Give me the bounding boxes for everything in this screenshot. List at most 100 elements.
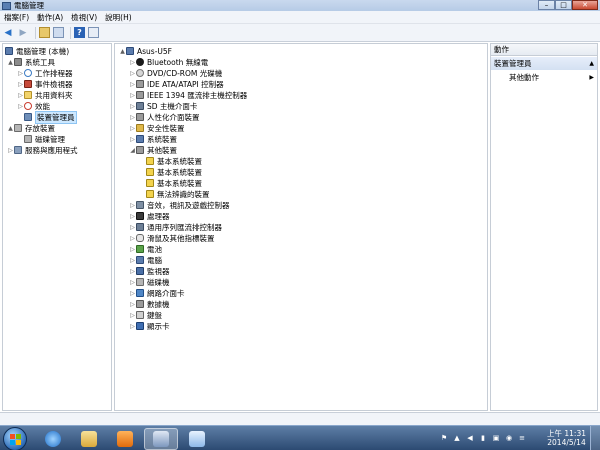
volume-icon[interactable]: ◀ (466, 434, 474, 442)
device-category[interactable]: ▷ 通用序列匯流排控制器 (129, 222, 222, 232)
expand-arrow-icon[interactable]: ▷ (129, 114, 136, 121)
show-hidden-icon[interactable]: ▲ (453, 434, 461, 442)
expand-arrow-icon[interactable]: ▷ (17, 103, 24, 110)
flag-icon[interactable]: ⚑ (440, 434, 448, 442)
device-category[interactable]: ▷ 人性化介面裝置 (129, 112, 199, 122)
device-category[interactable]: ▷ 網路介面卡 (129, 288, 184, 298)
maximize-button[interactable]: □ (555, 0, 572, 10)
collapse-arrow-icon[interactable]: ▲ (7, 59, 14, 66)
menu-view[interactable]: 檢視(V) (67, 12, 101, 23)
device-category[interactable]: ▷ IEEE 1394 匯流排主機控制器 (129, 90, 247, 100)
tree-item-task-scheduler[interactable]: ▷ 工作排程器 (17, 68, 72, 78)
other-devices-icon (136, 146, 144, 154)
expand-arrow-icon[interactable]: ▷ (129, 70, 136, 77)
expand-arrow-icon[interactable]: ▷ (129, 224, 136, 231)
tools-icon (14, 58, 22, 66)
device-root[interactable]: ▲ Asus-U5F (119, 46, 172, 56)
device-category[interactable]: ▷ 音效，視訊及遊戲控制器 (129, 200, 229, 210)
device-category[interactable]: ▷ 顯示卡 (129, 321, 169, 331)
taskbar-media-player-button[interactable] (108, 428, 142, 450)
taskbar-explorer-button[interactable] (72, 428, 106, 450)
expand-arrow-icon[interactable]: ▷ (129, 312, 136, 319)
device-item[interactable]: 無法辨識的裝置 (146, 189, 210, 199)
device-category[interactable]: ▷ 鍵盤 (129, 310, 162, 320)
device-category[interactable]: ▷ 電腦 (129, 255, 162, 265)
collapse-arrow-icon[interactable]: ◢ (129, 147, 136, 154)
expand-arrow-icon[interactable]: ▷ (129, 81, 136, 88)
device-category[interactable]: ▷ 磁碟機 (129, 277, 169, 287)
start-button[interactable] (3, 427, 27, 450)
tree-item-services-applications[interactable]: ▷ 服務與應用程式 (7, 145, 77, 155)
paint-icon (189, 431, 205, 447)
device-category[interactable]: ▷ Bluetooth 無線電 (129, 57, 208, 67)
expand-arrow-icon[interactable]: ▷ (129, 92, 136, 99)
device-category[interactable]: ▷ 處理器 (129, 211, 169, 221)
taskbar-paint-button[interactable] (180, 428, 214, 450)
expand-arrow-icon[interactable]: ▷ (129, 59, 136, 66)
close-button[interactable]: ✕ (572, 0, 598, 10)
taskbar-computer-management-button[interactable] (144, 428, 178, 450)
expand-arrow-icon[interactable]: ▷ (129, 268, 136, 275)
tree-item-disk-management[interactable]: 磁碟管理 (17, 134, 65, 144)
tree-item-storage[interactable]: ▲ 存放裝置 (7, 123, 55, 133)
device-category[interactable]: ▷ 安全性裝置 (129, 123, 184, 133)
tree-item-computer-management[interactable]: 電腦管理 (本機) (5, 46, 69, 56)
expand-arrow-icon[interactable]: ▷ (17, 81, 24, 88)
back-icon[interactable]: ◀ (2, 27, 14, 39)
tree-item-performance[interactable]: ▷ 效能 (17, 101, 50, 111)
title-bar[interactable]: 電腦管理 – □ ✕ (0, 0, 600, 11)
minimize-button[interactable]: – (538, 0, 555, 10)
device-category[interactable]: ▷ 監視器 (129, 266, 169, 276)
expand-arrow-icon[interactable]: ▷ (129, 323, 136, 330)
expand-arrow-icon[interactable]: ▷ (129, 235, 136, 242)
device-category-other[interactable]: ◢ 其他裝置 (129, 145, 177, 155)
device-category[interactable]: ▷ 系統裝置 (129, 134, 177, 144)
device-category[interactable]: ▷ SD 主機介面卡 (129, 101, 197, 111)
expand-arrow-icon[interactable]: ▷ (129, 246, 136, 253)
menu-file[interactable]: 檔案(F) (0, 12, 33, 23)
device-category[interactable]: ▷ DVD/CD-ROM 光碟機 (129, 68, 222, 78)
properties-icon[interactable] (53, 27, 64, 38)
tree-item-shared-folders[interactable]: ▷ 共用資料夾 (17, 90, 72, 100)
power-icon[interactable]: ▮ (479, 434, 487, 442)
expand-arrow-icon[interactable]: ▷ (129, 202, 136, 209)
expand-arrow-icon[interactable]: ▷ (129, 125, 136, 132)
expand-arrow-icon[interactable]: ▷ (129, 279, 136, 286)
expand-arrow-icon[interactable]: ▷ (7, 147, 14, 154)
device-item[interactable]: 基本系統裝置 (146, 167, 202, 177)
device-category[interactable]: ▷ 滑鼠及其他指標裝置 (129, 233, 214, 243)
expand-arrow-icon[interactable]: ▷ (17, 70, 24, 77)
device-item[interactable]: 基本系統裝置 (146, 156, 202, 166)
view-icon[interactable] (88, 27, 99, 38)
expand-arrow-icon[interactable]: ▷ (129, 213, 136, 220)
tray-menu-icon[interactable]: ≡ (518, 434, 526, 442)
more-actions-item[interactable]: 其他動作 ▶ (509, 73, 597, 83)
forward-icon[interactable]: ▶ (17, 27, 29, 39)
network-icon[interactable]: ▣ (492, 434, 500, 442)
expand-arrow-icon[interactable]: ▷ (17, 92, 24, 99)
tree-item-system-tools[interactable]: ▲ 系統工具 (7, 57, 55, 67)
expand-arrow-icon[interactable]: ▷ (129, 301, 136, 308)
tree-item-device-manager[interactable]: 裝置管理員 (17, 110, 77, 124)
expand-arrow-icon[interactable]: ▷ (129, 136, 136, 143)
up-icon[interactable] (39, 27, 50, 38)
expand-arrow-icon[interactable]: ▷ (129, 103, 136, 110)
expand-arrow-icon[interactable]: ▷ (129, 257, 136, 264)
menu-action[interactable]: 動作(A) (33, 12, 67, 23)
device-category[interactable]: ▷ 數據機 (129, 299, 169, 309)
taskbar-clock[interactable]: 上午 11:31 2014/5/14 (547, 429, 586, 447)
tree-item-event-viewer[interactable]: ▷ 事件檢視器 (17, 79, 72, 89)
device-category[interactable]: ▷ IDE ATA/ATAPI 控制器 (129, 79, 223, 89)
show-desktop-button[interactable] (590, 426, 600, 450)
actions-section-device-manager[interactable]: 裝置管理員 ▲ (491, 57, 597, 70)
collapse-icon[interactable]: ▲ (589, 57, 594, 70)
device-item[interactable]: 基本系統裝置 (146, 178, 202, 188)
collapse-arrow-icon[interactable]: ▲ (7, 125, 14, 132)
help-icon[interactable]: ? (74, 27, 85, 38)
collapse-arrow-icon[interactable]: ▲ (119, 48, 126, 55)
taskbar-ie-button[interactable] (36, 428, 70, 450)
tray-app-icon[interactable]: ◉ (505, 434, 513, 442)
menu-help[interactable]: 說明(H) (101, 12, 136, 23)
device-category[interactable]: ▷ 電池 (129, 244, 162, 254)
expand-arrow-icon[interactable]: ▷ (129, 290, 136, 297)
